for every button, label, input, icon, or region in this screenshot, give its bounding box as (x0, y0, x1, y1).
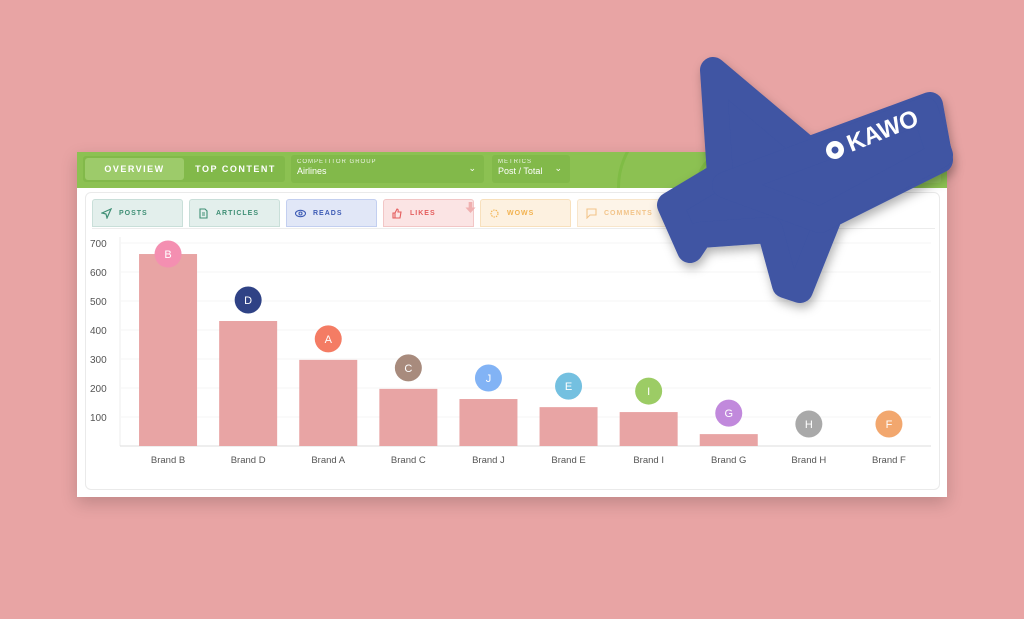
view-toggle: OVERVIEW TOP CONTENT (83, 156, 285, 182)
dashboard-window: OVERVIEW TOP CONTENT COMPETITOR GROUP Ai… (77, 152, 947, 497)
brand-marker-label: F (886, 419, 893, 431)
tab-wows[interactable]: WOWS (480, 199, 571, 227)
chart-panel: POSTS ARTICLES READS LIKES WOWS COMMENTS 100 2… (85, 192, 940, 490)
brand-marker-label: J (486, 373, 492, 385)
period-dropdown[interactable]: nths (855, 157, 913, 183)
send-icon (101, 207, 112, 219)
bar (619, 412, 678, 446)
bar (539, 407, 598, 446)
tab-label: POSTS (119, 209, 148, 217)
metric-tabs: POSTS ARTICLES READS LIKES WOWS COMMENTS (92, 199, 935, 229)
bar (139, 254, 198, 446)
tab-articles[interactable]: ARTICLES (189, 199, 280, 227)
kawo-wordmark: KAWO (843, 105, 922, 158)
y-tick-label: 400 (90, 326, 107, 337)
bar (459, 399, 518, 446)
tab-reads[interactable]: READS (286, 199, 377, 227)
document-icon (199, 207, 208, 219)
brand-marker-label: E (565, 381, 572, 393)
y-tick-label: 200 (90, 384, 107, 395)
brand-marker-label: I (647, 386, 650, 398)
tab-top-content[interactable]: TOP CONTENT (186, 156, 285, 182)
tab-posts[interactable]: POSTS (92, 199, 183, 227)
competitor-group-value: Airlines (297, 166, 327, 176)
download-button[interactable] (917, 157, 941, 183)
download-icon (922, 164, 936, 177)
brand-marker-label: G (724, 408, 733, 420)
wow-icon (490, 208, 499, 218)
tab-label: READS (313, 209, 343, 217)
metrics-dropdown[interactable]: METRICS Post / Total ⌄ (492, 155, 570, 183)
bar (219, 321, 278, 446)
competitor-group-label: COMPETITOR GROUP (297, 159, 377, 165)
likes-bar-chart: 100 200 300 400 500 600 700 B Brand B D Brand D A Br… (90, 237, 931, 466)
x-tick-label: Brand A (311, 455, 345, 466)
brand-marker-label: D (244, 295, 252, 307)
chevron-down-icon: ⌄ (468, 163, 476, 173)
tab-label: WOWS (507, 209, 535, 217)
tab-comments[interactable]: COMMENTS (577, 199, 668, 227)
bar (379, 388, 438, 446)
x-tick-label: Brand F (872, 455, 906, 466)
x-tick-label: Brand D (231, 455, 266, 466)
competitor-group-dropdown[interactable]: COMPETITOR GROUP Airlines ⌄ (291, 155, 484, 183)
x-tick-label: Brand H (791, 455, 826, 466)
tab-likes[interactable]: LIKES (383, 199, 476, 227)
bar (299, 359, 358, 446)
top-toolbar: OVERVIEW TOP CONTENT COMPETITOR GROUP Ai… (77, 152, 947, 188)
chevron-down-icon: ⌄ (554, 163, 562, 173)
x-tick-label: Brand G (711, 455, 746, 466)
y-tick-label: 600 (90, 268, 107, 279)
eye-icon (295, 209, 306, 217)
brand-marker-label: A (325, 334, 333, 346)
brand-marker-label: H (805, 419, 813, 431)
bar (699, 434, 758, 446)
tab-label: COMMENTS (604, 209, 653, 217)
y-tick-label: 700 (90, 239, 107, 250)
y-tick-label: 300 (90, 355, 107, 366)
thumbs-up-icon (392, 207, 402, 219)
y-tick-label: 100 (90, 413, 107, 424)
x-tick-label: Brand C (391, 455, 426, 466)
x-tick-label: Brand B (151, 455, 185, 466)
tab-label: LIKES (410, 209, 436, 217)
x-tick-label: Brand E (551, 455, 585, 466)
tab-label: ARTICLES (216, 209, 259, 217)
x-tick-label: Brand I (633, 455, 664, 466)
comment-icon (586, 207, 597, 219)
tab-overview[interactable]: OVERVIEW (85, 158, 184, 180)
brand-marker-label: B (164, 249, 171, 261)
x-tick-label: Brand J (472, 455, 505, 466)
brand-marker-label: C (404, 363, 412, 375)
y-tick-label: 500 (90, 297, 107, 308)
